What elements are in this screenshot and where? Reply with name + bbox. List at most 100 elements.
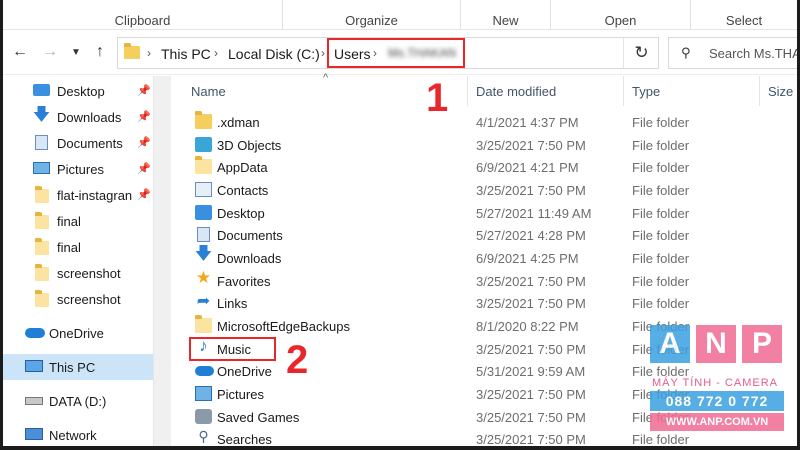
folder-icon [35,186,49,203]
forward-button[interactable]: → [39,41,61,63]
table-row[interactable]: ➦ Links 3/25/2021 7:50 PM File folder [171,292,797,314]
sidebar-item-label: screenshot [57,265,121,281]
folder-icon [195,156,212,174]
file-type: File folder [632,228,690,243]
search-input[interactable]: Search Ms.THAKAN [709,46,797,61]
logo-tagline: MÁY TÍNH - CAMERA [652,377,778,389]
table-row[interactable]: ★ Favorites 3/25/2021 7:50 PM File folde… [171,268,797,292]
table-row[interactable]: 3D Objects 3/25/2021 7:50 PM File folder [171,134,797,156]
file-date: 5/27/2021 11:49 AM [476,206,592,221]
step-number-1: 1 [426,76,449,120]
logo-website: WWW.ANP.COM.VN [650,413,784,431]
sidebar-item-label: final [57,213,81,229]
ribbon-group-organize[interactable]: Organize [283,0,461,30]
sidebar-item-label: screenshot [57,291,121,307]
file-date: 3/25/2021 7:50 PM [476,183,586,198]
folder-icon [35,264,49,281]
up-button[interactable]: ↑ [89,41,111,63]
pin-icon[interactable]: 📌 [137,188,151,201]
file-type: File folder [632,138,690,153]
arrow-left-icon: ← [12,43,28,60]
sidebar-item-data-d[interactable]: DATA (D:) [3,388,153,414]
sidebar-item-network[interactable]: Network [3,422,153,446]
anp-watermark-logo: A N P MÁY TÍNH - CAMERA 088 772 0 772 WW… [650,325,790,435]
sidebar-item-documents[interactable]: Documents 📌 [3,130,153,156]
sidebar-item-label: DATA (D:) [49,393,107,409]
table-row[interactable]: 🡇 Downloads 6/9/2021 4:25 PM File folder [171,244,797,269]
drive-icon [25,397,43,405]
file-date: 8/1/2020 8:22 PM [476,319,579,334]
file-name: Downloads [217,251,282,266]
sidebar-item-label: This PC [49,359,96,375]
breadcrumb-separator-icon: › [321,46,325,60]
logo-phone: 088 772 0 772 [650,391,784,411]
recent-locations-button[interactable]: ▼ [65,41,87,63]
table-row[interactable]: Desktop 5/27/2021 11:49 AM File folder [171,202,797,224]
breadcrumb-local-disk[interactable]: Local Disk (C:) [228,46,320,62]
sidebar-scrollbar[interactable] [153,76,171,446]
sidebar-item-label: flat-instagran [57,187,133,203]
download-icon: 🡇 [32,105,51,124]
table-row[interactable]: Documents 5/27/2021 4:28 PM File folder [171,224,797,246]
file-type: File folder [632,274,690,289]
breadcrumb-separator-icon: › [147,46,151,60]
ribbon: Clipboard Organize New Open Select [3,0,797,30]
sidebar-item-desktop[interactable]: Desktop 📌 [3,78,153,104]
sidebar-item-onedrive[interactable]: OneDrive [3,320,153,346]
desktop-icon [195,205,212,220]
file-name: Searches [217,432,272,446]
logo-letter-p: P [742,325,782,363]
breadcrumb-this-pc[interactable]: This PC [161,46,211,62]
arrow-right-icon: → [42,43,58,60]
ribbon-group-clipboard[interactable]: Clipboard [3,0,283,30]
file-date: 3/25/2021 7:50 PM [476,342,586,357]
file-date: 3/25/2021 7:50 PM [476,296,586,311]
documents-icon [197,227,210,242]
file-name: Favorites [217,274,271,289]
folder-icon [35,212,49,229]
sidebar-item-screenshot[interactable]: screenshot [3,286,153,312]
chevron-down-icon: ▼ [71,46,81,58]
pin-icon[interactable]: 📌 [137,84,151,97]
pin-icon[interactable]: 📌 [137,110,151,123]
ribbon-group-new[interactable]: New [461,0,551,30]
this-pc-icon [25,360,43,372]
pin-icon[interactable]: 📌 [137,162,151,175]
contacts-icon [195,182,212,197]
links-icon: ➦ [196,292,211,310]
file-date: 3/25/2021 7:50 PM [476,432,586,446]
sidebar-item-label: OneDrive [49,325,104,341]
sidebar-item-label: Network [49,427,97,443]
search-icon: ⚲ [198,428,209,444]
column-header-type[interactable]: Type [624,76,760,106]
refresh-icon: ↻ [634,43,649,62]
pin-icon[interactable]: 📌 [137,136,151,149]
folder-icon [35,290,49,307]
step-number-2: 2 [286,338,309,382]
column-header-size[interactable]: Size [760,76,797,106]
table-row[interactable]: .xdman 4/1/2021 4:37 PM File folder [171,111,797,133]
sidebar-item-pictures[interactable]: Pictures 📌 [3,156,153,182]
logo-letter-a: A [650,325,690,363]
pictures-icon [195,386,212,401]
table-row[interactable]: AppData 6/9/2021 4:21 PM File folder [171,156,797,178]
sidebar-item-final[interactable]: final [3,208,153,234]
search-box[interactable]: ⚲ Search Ms.THAKAN [668,37,797,69]
sidebar-item-this-pc[interactable]: This PC [3,354,153,380]
folder-icon [124,43,140,59]
table-row[interactable]: Contacts 3/25/2021 7:50 PM File folder [171,179,797,201]
ribbon-group-open[interactable]: Open [551,0,691,30]
file-name: .xdman [217,115,260,130]
file-date: 5/31/2021 9:59 AM [476,364,586,379]
back-button[interactable]: ← [9,41,31,63]
file-name: Links [217,296,248,311]
file-name: Documents [217,228,283,243]
sidebar-item-final[interactable]: final [3,234,153,260]
sidebar-item-downloads[interactable]: 🡇 Downloads 📌 [3,104,153,130]
file-date: 4/1/2021 4:37 PM [476,115,579,130]
sidebar-item-screenshot[interactable]: screenshot [3,260,153,286]
ribbon-group-select[interactable]: Select [691,0,797,30]
refresh-button[interactable]: ↻ [623,38,659,68]
column-header-date-modified[interactable]: Date modified [468,76,624,106]
sidebar-item-flat-instagran[interactable]: flat-instagran 📌 [3,182,153,208]
